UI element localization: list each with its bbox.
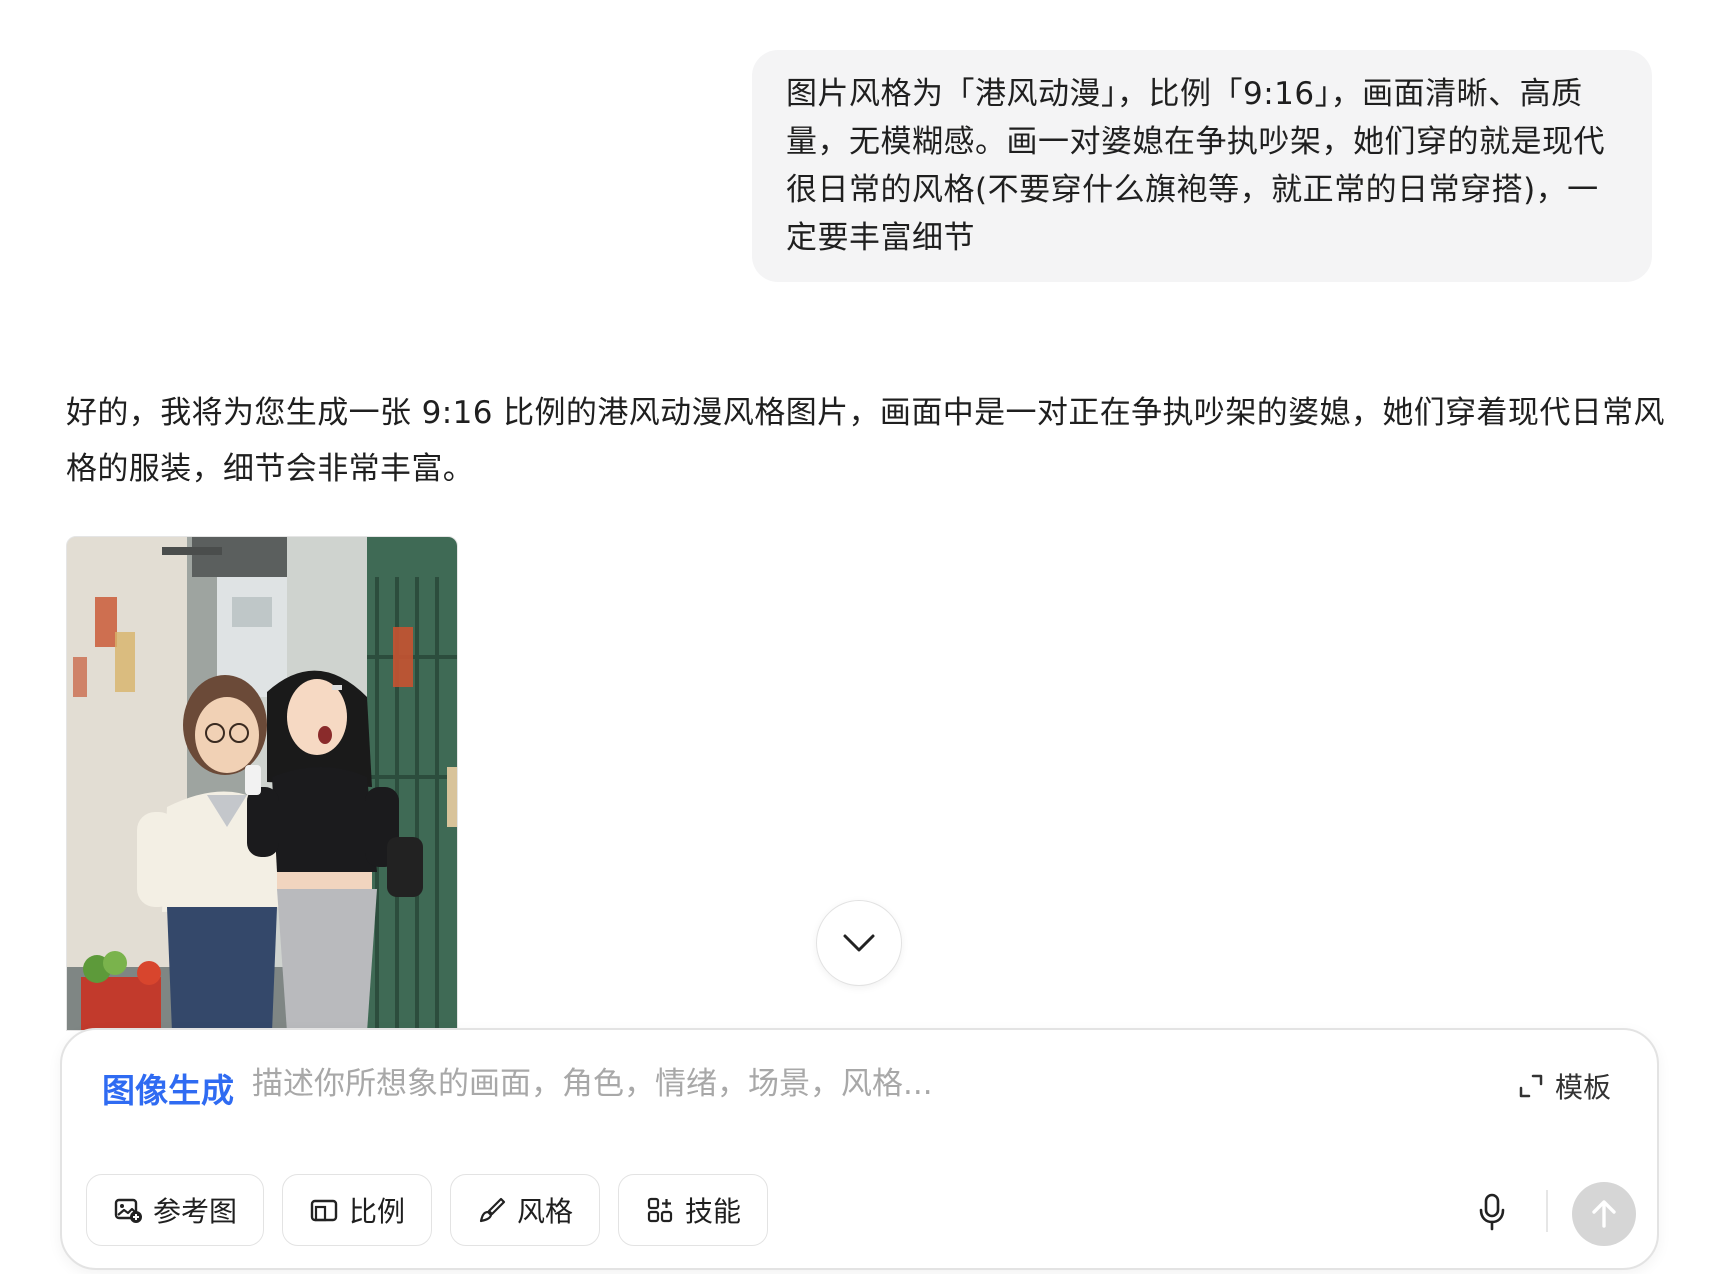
aspect-ratio-button[interactable]: 比例 bbox=[282, 1174, 433, 1246]
user-message-bubble: 图片风格为「港风动漫」，比例「9:16」，画面清晰、高质量，无模糊感。画一对婆媳… bbox=[752, 50, 1652, 282]
generated-image[interactable] bbox=[66, 536, 458, 1031]
image-add-icon bbox=[114, 1198, 142, 1223]
template-button[interactable]: 模板 bbox=[1517, 1066, 1611, 1106]
microphone-button[interactable] bbox=[1472, 1192, 1512, 1232]
expand-icon bbox=[1519, 1074, 1543, 1098]
skills-button[interactable]: 技能 bbox=[618, 1174, 769, 1246]
style-label: 风格 bbox=[517, 1195, 574, 1228]
apps-icon bbox=[647, 1197, 673, 1223]
brush-icon bbox=[479, 1197, 506, 1223]
chevron-down-icon bbox=[843, 934, 875, 952]
prompt-input[interactable] bbox=[252, 1060, 1252, 1108]
scroll-down-button[interactable] bbox=[816, 900, 902, 986]
generated-image-illustration bbox=[67, 537, 457, 1030]
microphone-icon bbox=[1479, 1193, 1505, 1231]
aspect-ratio-icon bbox=[310, 1199, 338, 1222]
tool-row: 参考图 比例 风格 技能 bbox=[86, 1174, 769, 1246]
divider bbox=[1546, 1190, 1548, 1232]
reference-image-label: 参考图 bbox=[153, 1195, 238, 1228]
composer: 图像生成 模板 参考图 bbox=[60, 1028, 1659, 1270]
aspect-ratio-label: 比例 bbox=[349, 1195, 406, 1228]
send-button[interactable] bbox=[1572, 1182, 1636, 1246]
chat-page: 图片风格为「港风动漫」，比例「9:16」，画面清晰、高质量，无模糊感。画一对婆媳… bbox=[0, 0, 1724, 1274]
reference-image-button[interactable]: 参考图 bbox=[86, 1174, 265, 1246]
user-message-text: 图片风格为「港风动漫」，比例「9:16」，画面清晰、高质量，无模糊感。画一对婆媳… bbox=[786, 76, 1605, 256]
assistant-message-text: 好的，我将为您生成一张 9:16 比例的港风动漫风格图片，画面中是一对正在争执吵… bbox=[66, 395, 1665, 487]
style-button[interactable]: 风格 bbox=[450, 1174, 601, 1246]
mode-label[interactable]: 图像生成 bbox=[102, 1064, 234, 1112]
assistant-message: 好的，我将为您生成一张 9:16 比例的港风动漫风格图片，画面中是一对正在争执吵… bbox=[66, 385, 1666, 497]
arrow-up-icon bbox=[1592, 1200, 1616, 1228]
template-label: 模板 bbox=[1554, 1071, 1611, 1104]
skills-label: 技能 bbox=[685, 1195, 742, 1228]
